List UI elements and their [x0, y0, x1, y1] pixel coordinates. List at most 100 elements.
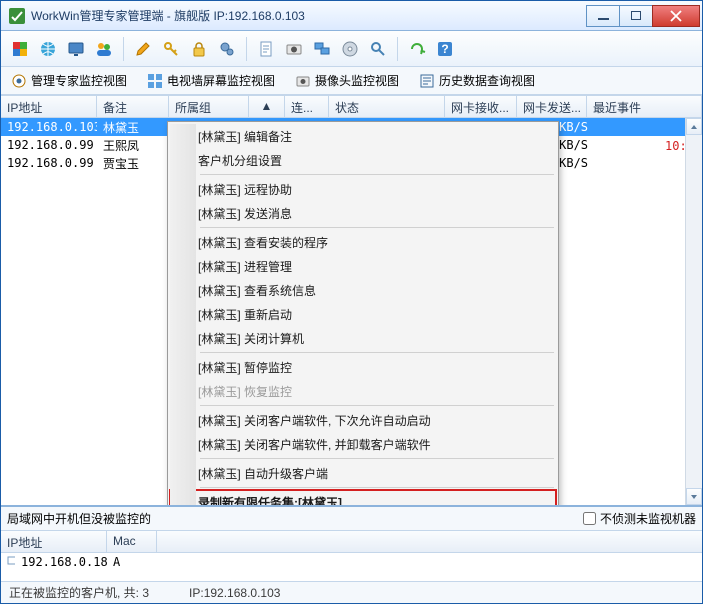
bottom-header: 局域网中开机但没被监控的 不侦测未监视机器: [1, 507, 702, 531]
toolbar-brush-icon[interactable]: [130, 36, 156, 62]
menu-system-info[interactable]: [林黛玉] 查看系统信息: [170, 278, 556, 302]
grid-icon: [147, 73, 163, 89]
toolbar-screens-icon[interactable]: [309, 36, 335, 62]
menu-record-new-taskset[interactable]: 录制新有限任务集:[林黛玉]: [170, 490, 556, 505]
svg-text:?: ?: [441, 42, 448, 56]
window-controls: [587, 5, 700, 27]
menu-restart[interactable]: [林黛玉] 重新启动: [170, 302, 556, 326]
menu-close-client-allow[interactable]: [林黛玉] 关闭客户端软件, 下次允许自动启动: [170, 408, 556, 432]
app-icon: [9, 8, 25, 24]
col-send[interactable]: 网卡发送...: [517, 96, 587, 117]
col-conn[interactable]: 连...: [285, 96, 329, 117]
cell-ip: 192.168.0.99: [1, 155, 97, 171]
menu-close-client-uninstall[interactable]: [林黛玉] 关闭客户端软件, 并卸载客户端软件: [170, 432, 556, 456]
col-recv[interactable]: 网卡接收...: [445, 96, 517, 117]
menu-auto-upgrade[interactable]: [林黛玉] 自动升级客户端: [170, 461, 556, 485]
col-note[interactable]: 备注: [97, 96, 169, 117]
eye-icon: [11, 73, 27, 89]
view-label: 管理专家监控视图: [31, 72, 127, 89]
view-label: 电视墙屏幕监控视图: [167, 72, 275, 89]
cell-ip: 192.168.0.18: [15, 554, 107, 570]
cell-note: 王熙凤: [97, 136, 169, 155]
context-menu: [林黛玉] 编辑备注 客户机分组设置 [林黛玉] 远程协助 [林黛玉] 发送消息…: [167, 121, 559, 505]
cell-ip: 192.168.0.103: [1, 119, 97, 135]
toolbar-gears-icon[interactable]: [214, 36, 240, 62]
col-status[interactable]: 状态: [329, 96, 445, 117]
menu-shutdown[interactable]: [林黛玉] 关闭计算机: [170, 326, 556, 350]
app-window: WorkWin管理专家管理端 - 旗舰版 IP:192.168.0.103 ?: [0, 0, 703, 604]
titlebar: WorkWin管理专家管理端 - 旗舰版 IP:192.168.0.103: [1, 1, 702, 31]
window-title: WorkWin管理专家管理端 - 旗舰版 IP:192.168.0.103: [31, 7, 587, 24]
status-count: 正在被监控的客户机, 共: 3: [9, 584, 149, 601]
view-label: 历史数据查询视图: [439, 72, 535, 89]
cell-note: 林黛玉: [97, 118, 169, 137]
view-history-button[interactable]: 历史数据查询视图: [415, 70, 539, 92]
status-bar: 正在被监控的客户机, 共: 3 IP:192.168.0.103: [1, 581, 702, 603]
cell-mac: A: [107, 554, 157, 570]
client-table: IP地址 备注 所属组 ▲ 连... 状态 网卡接收... 网卡发送... 最近…: [1, 95, 702, 505]
menu-separator: [200, 227, 554, 228]
menu-separator: [200, 458, 554, 459]
menu-group-settings[interactable]: 客户机分组设置: [170, 148, 556, 172]
toolbar-globe-icon[interactable]: [35, 36, 61, 62]
toolbar-camera-icon[interactable]: [281, 36, 307, 62]
view-tvwall-button[interactable]: 电视墙屏幕监控视图: [143, 70, 279, 92]
toolbar-flag-icon[interactable]: [7, 36, 33, 62]
menu-send-message[interactable]: [林黛玉] 发送消息: [170, 201, 556, 225]
status-ip: IP:192.168.0.103: [189, 586, 280, 600]
toolbar-key-icon[interactable]: [158, 36, 184, 62]
menu-process-manager[interactable]: [林黛玉] 进程管理: [170, 254, 556, 278]
menu-pause-monitor[interactable]: [林黛玉] 暂停监控: [170, 355, 556, 379]
toolbar-separator: [123, 37, 124, 61]
close-button[interactable]: [652, 5, 700, 27]
menu-separator: [200, 487, 554, 488]
toolbar-help-icon[interactable]: ?: [432, 36, 458, 62]
col-ip[interactable]: IP地址: [1, 96, 97, 117]
checkbox-input[interactable]: [583, 512, 596, 525]
menu-edit-note[interactable]: [林黛玉] 编辑备注: [170, 124, 556, 148]
table-row[interactable]: 192.168.0.18 A: [1, 553, 702, 571]
view-bar: 管理专家监控视图 电视墙屏幕监控视图 摄像头监控视图 历史数据查询视图: [1, 67, 702, 95]
main-toolbar: ?: [1, 31, 702, 67]
minimize-button[interactable]: [586, 5, 620, 27]
menu-separator: [200, 352, 554, 353]
col-ip[interactable]: IP地址: [1, 531, 107, 552]
checkbox-label: 不侦测未监视机器: [600, 510, 696, 527]
toolbar-search-icon[interactable]: [365, 36, 391, 62]
cell-note: 贾宝玉: [97, 154, 169, 173]
col-mac[interactable]: Mac: [107, 531, 157, 552]
menu-remote-assist[interactable]: [林黛玉] 远程协助: [170, 177, 556, 201]
toolbar-page-icon[interactable]: [253, 36, 279, 62]
bottom-table-header: IP地址 Mac: [1, 531, 702, 553]
toolbar-users-icon[interactable]: [91, 36, 117, 62]
no-detect-checkbox[interactable]: 不侦测未监视机器: [583, 510, 696, 527]
scroll-up-icon[interactable]: [686, 118, 702, 135]
toolbar-separator: [397, 37, 398, 61]
col-group[interactable]: 所属组: [169, 96, 249, 117]
view-label: 摄像头监控视图: [315, 72, 399, 89]
menu-installed-programs[interactable]: [林黛玉] 查看安装的程序: [170, 230, 556, 254]
scroll-down-icon[interactable]: [686, 488, 702, 505]
toolbar-lock-icon[interactable]: [186, 36, 212, 62]
menu-resume-monitor: [林黛玉] 恢复监控: [170, 379, 556, 403]
bottom-panel: 局域网中开机但没被监控的 不侦测未监视机器 IP地址 Mac 192.168.0…: [1, 505, 702, 603]
webcam-icon: [295, 73, 311, 89]
table-body: 192.168.0.103 林黛玉 0.17 KB/S 192.168.0.99…: [1, 118, 702, 505]
toolbar-separator: [246, 37, 247, 61]
toolbar-monitor-icon[interactable]: [63, 36, 89, 62]
vertical-scrollbar[interactable]: [685, 118, 702, 505]
history-icon: [419, 73, 435, 89]
view-camera-button[interactable]: 摄像头监控视图: [291, 70, 403, 92]
view-monitor-button[interactable]: 管理专家监控视图: [7, 70, 131, 92]
table-header: IP地址 备注 所属组 ▲ 连... 状态 网卡接收... 网卡发送... 最近…: [1, 96, 702, 118]
unmonitored-label: 局域网中开机但没被监控的: [7, 510, 151, 527]
col-sort[interactable]: ▲: [249, 96, 285, 117]
maximize-button[interactable]: [619, 5, 653, 27]
menu-separator: [200, 405, 554, 406]
menu-separator: [200, 174, 554, 175]
toolbar-disk-icon[interactable]: [337, 36, 363, 62]
cell-ip: 192.168.0.99: [1, 137, 97, 153]
bottom-table-body: 192.168.0.18 A: [1, 553, 702, 581]
toolbar-refresh-icon[interactable]: [404, 36, 430, 62]
col-event[interactable]: 最近事件: [587, 96, 702, 117]
